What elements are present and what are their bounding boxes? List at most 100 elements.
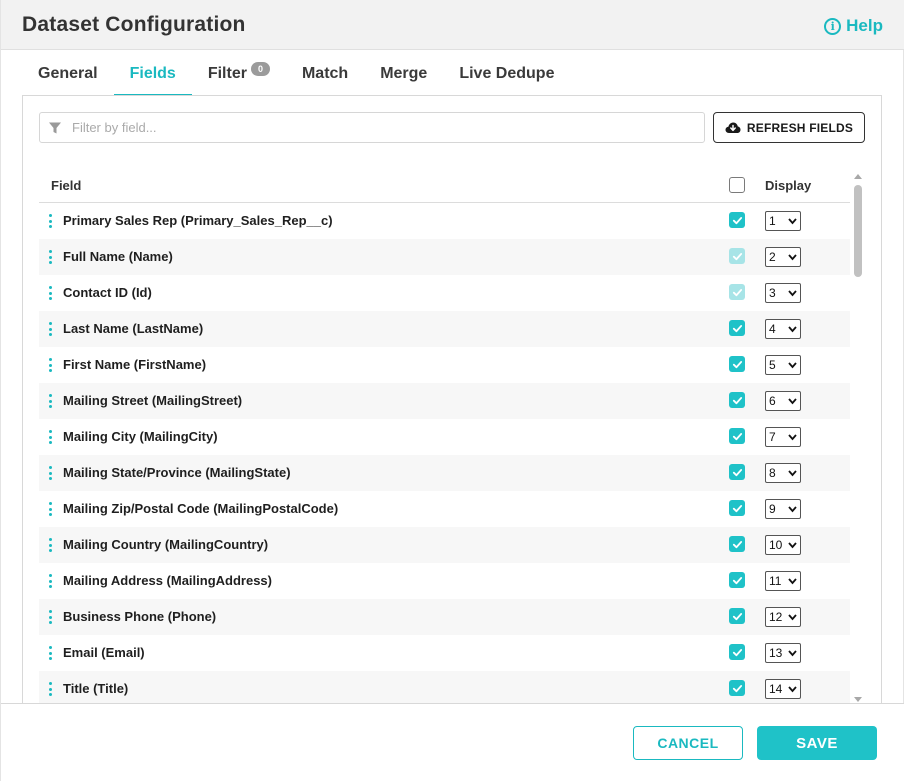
field-name: First Name (FirstName) <box>63 357 207 372</box>
tab-filter[interactable]: Filter 0 <box>192 58 286 96</box>
display-order-select[interactable]: 8 <box>765 463 801 483</box>
chevron-down-icon <box>788 290 797 297</box>
field-include-checkbox[interactable] <box>729 284 745 300</box>
field-include-checkbox[interactable] <box>729 644 745 660</box>
drag-handle-icon[interactable] <box>49 466 53 480</box>
field-include-checkbox[interactable] <box>729 428 745 444</box>
chevron-down-icon <box>788 650 797 657</box>
display-order-select[interactable]: 14 <box>765 679 801 699</box>
scroll-down-arrow-icon[interactable] <box>854 697 862 702</box>
chevron-down-icon <box>788 614 797 621</box>
checkmark-icon <box>732 612 742 620</box>
display-order-select[interactable]: 11 <box>765 571 801 591</box>
field-name: Primary Sales Rep (Primary_Sales_Rep__c) <box>63 213 333 228</box>
table-row: Mailing Address (MailingAddress) 11 <box>39 563 850 599</box>
drag-handle-icon[interactable] <box>49 214 53 228</box>
checkmark-icon <box>732 648 742 656</box>
chevron-down-icon <box>788 506 797 513</box>
field-include-checkbox[interactable] <box>729 572 745 588</box>
help-link[interactable]: i Help <box>824 16 883 36</box>
table-scrollbar[interactable] <box>851 168 865 708</box>
drag-handle-icon[interactable] <box>49 646 53 660</box>
tab-merge[interactable]: Merge <box>364 58 443 96</box>
table-body: Primary Sales Rep (Primary_Sales_Rep__c)… <box>39 203 850 707</box>
dialog-footer: CANCEL SAVE <box>1 703 904 781</box>
drag-handle-icon[interactable] <box>49 682 53 696</box>
field-include-checkbox[interactable] <box>729 392 745 408</box>
field-name: Title (Title) <box>63 681 129 696</box>
drag-handle-icon[interactable] <box>49 358 53 372</box>
drag-handle-icon[interactable] <box>49 502 53 516</box>
tab-label: Live Dedupe <box>459 65 555 82</box>
display-order-select[interactable]: 5 <box>765 355 801 375</box>
display-order-select[interactable]: 9 <box>765 499 801 519</box>
drag-handle-icon[interactable] <box>49 250 53 264</box>
table-row: Full Name (Name) 2 <box>39 239 850 275</box>
scroll-up-arrow-icon[interactable] <box>854 174 862 179</box>
display-order-select[interactable]: 1 <box>765 211 801 231</box>
field-include-checkbox[interactable] <box>729 356 745 372</box>
dialog-title: Dataset Configuration <box>22 13 246 36</box>
checkmark-icon <box>732 360 742 368</box>
display-order-select[interactable]: 7 <box>765 427 801 447</box>
filter-field-input[interactable] <box>72 113 704 142</box>
column-header-field: Field <box>51 178 82 193</box>
save-button[interactable]: SAVE <box>757 726 877 760</box>
field-name: Last Name (LastName) <box>63 321 204 336</box>
scrollbar-thumb[interactable] <box>854 185 862 277</box>
field-include-checkbox[interactable] <box>729 680 745 696</box>
field-include-checkbox[interactable] <box>729 608 745 624</box>
tab-fields[interactable]: Fields <box>113 58 192 96</box>
tab-bar: General Fields Filter 0 Match Merge Live … <box>22 58 570 96</box>
chevron-down-icon <box>788 434 797 441</box>
checkmark-icon <box>732 324 742 332</box>
display-order-select[interactable]: 12 <box>765 607 801 627</box>
cancel-button[interactable]: CANCEL <box>633 726 743 760</box>
drag-handle-icon[interactable] <box>49 610 53 624</box>
tab-label: Filter <box>207 65 247 82</box>
field-include-checkbox[interactable] <box>729 320 745 336</box>
field-include-checkbox[interactable] <box>729 212 745 228</box>
field-name: Mailing City (MailingCity) <box>63 429 218 444</box>
tab-match[interactable]: Match <box>286 58 364 96</box>
drag-handle-icon[interactable] <box>49 394 53 408</box>
drag-handle-icon[interactable] <box>49 574 53 588</box>
tab-live-dedupe[interactable]: Live Dedupe <box>443 58 570 96</box>
display-order-value: 5 <box>769 358 776 372</box>
display-order-value: 3 <box>769 286 776 300</box>
dataset-configuration-dialog: Dataset Configuration i Help General Fie… <box>0 0 904 781</box>
table-row: Primary Sales Rep (Primary_Sales_Rep__c)… <box>39 203 850 239</box>
field-include-checkbox[interactable] <box>729 500 745 516</box>
checkmark-icon <box>732 216 742 224</box>
display-order-select[interactable]: 13 <box>765 643 801 663</box>
field-include-checkbox[interactable] <box>729 248 745 264</box>
display-order-select[interactable]: 6 <box>765 391 801 411</box>
display-order-value: 6 <box>769 394 776 408</box>
display-order-select[interactable]: 2 <box>765 247 801 267</box>
tab-general[interactable]: General <box>22 58 114 96</box>
display-order-select[interactable]: 10 <box>765 535 801 555</box>
drag-handle-icon[interactable] <box>49 538 53 552</box>
checkmark-icon <box>732 540 742 548</box>
drag-handle-icon[interactable] <box>49 430 53 444</box>
field-name: Full Name (Name) <box>63 249 173 264</box>
refresh-fields-button[interactable]: REFRESH FIELDS <box>713 112 865 143</box>
checkmark-icon <box>732 252 742 260</box>
drag-handle-icon[interactable] <box>49 322 53 336</box>
display-order-select[interactable]: 3 <box>765 283 801 303</box>
field-name: Mailing Country (MailingCountry) <box>63 537 269 552</box>
chevron-down-icon <box>788 398 797 405</box>
display-order-value: 1 <box>769 214 776 228</box>
display-order-select[interactable]: 4 <box>765 319 801 339</box>
field-include-checkbox[interactable] <box>729 464 745 480</box>
checkmark-icon <box>732 396 742 404</box>
field-include-checkbox[interactable] <box>729 536 745 552</box>
chevron-down-icon <box>788 542 797 549</box>
table-row: Mailing State/Province (MailingState) 8 <box>39 455 850 491</box>
drag-handle-icon[interactable] <box>49 286 53 300</box>
chevron-down-icon <box>788 326 797 333</box>
table-row: Mailing City (MailingCity) 7 <box>39 419 850 455</box>
field-name: Email (Email) <box>63 645 145 660</box>
select-all-checkbox[interactable] <box>729 177 745 193</box>
fields-table: Field Display Primary Sales Rep (Primary… <box>39 168 850 708</box>
